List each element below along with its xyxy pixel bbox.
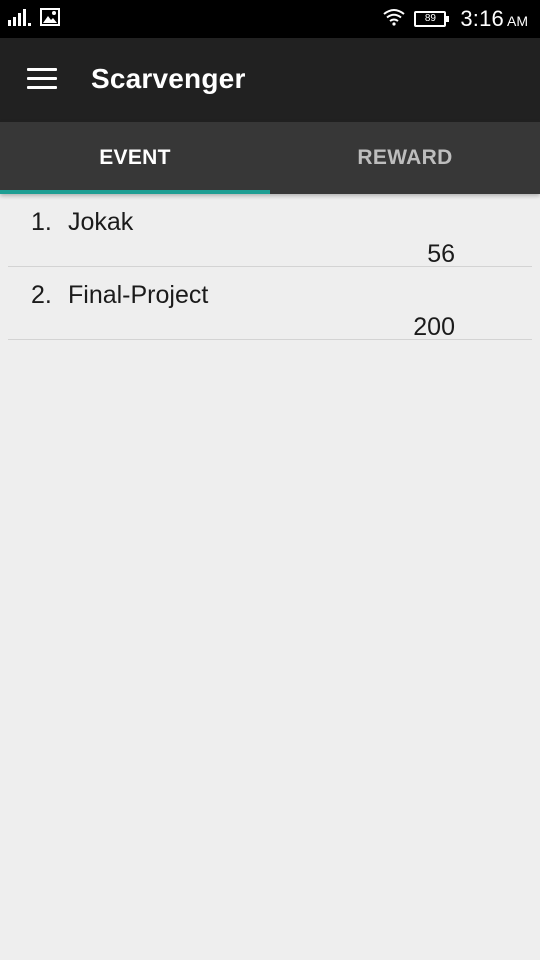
list-item-value: 56 <box>427 240 455 268</box>
list-item[interactable]: 1. Jokak 56 <box>8 194 532 268</box>
tab-bar: EVENT REWARD <box>0 122 540 194</box>
list-item-name: Final-Project <box>68 281 209 309</box>
list-item-number: 2. <box>31 281 52 309</box>
clock-ampm: AM <box>507 13 528 29</box>
battery-level: 89 <box>424 13 436 24</box>
event-list: 1. Jokak 56 2. Final-Project 200 <box>8 194 532 341</box>
list-item-value: 200 <box>413 313 455 341</box>
tab-event-label: EVENT <box>99 146 171 169</box>
tab-event[interactable]: EVENT <box>0 122 270 194</box>
image-notification-icon <box>40 8 60 31</box>
clock: 3:16 AM <box>460 6 528 32</box>
hamburger-menu-icon[interactable] <box>27 68 57 92</box>
list-item-number: 1. <box>31 208 52 236</box>
tab-reward-label: REWARD <box>357 146 453 169</box>
app-title: Scarvenger <box>91 63 246 94</box>
list-item[interactable]: 2. Final-Project 200 <box>8 267 532 341</box>
tab-reward[interactable]: REWARD <box>270 122 540 194</box>
status-bar: 89 3:16 AM <box>0 0 540 38</box>
app-bar: Scarvenger <box>0 38 540 122</box>
clock-time: 3:16 <box>460 6 504 31</box>
battery-icon: 89 <box>414 11 450 27</box>
signal-bars-icon <box>8 8 32 31</box>
list-item-name: Jokak <box>68 208 134 236</box>
wifi-icon <box>382 8 406 31</box>
